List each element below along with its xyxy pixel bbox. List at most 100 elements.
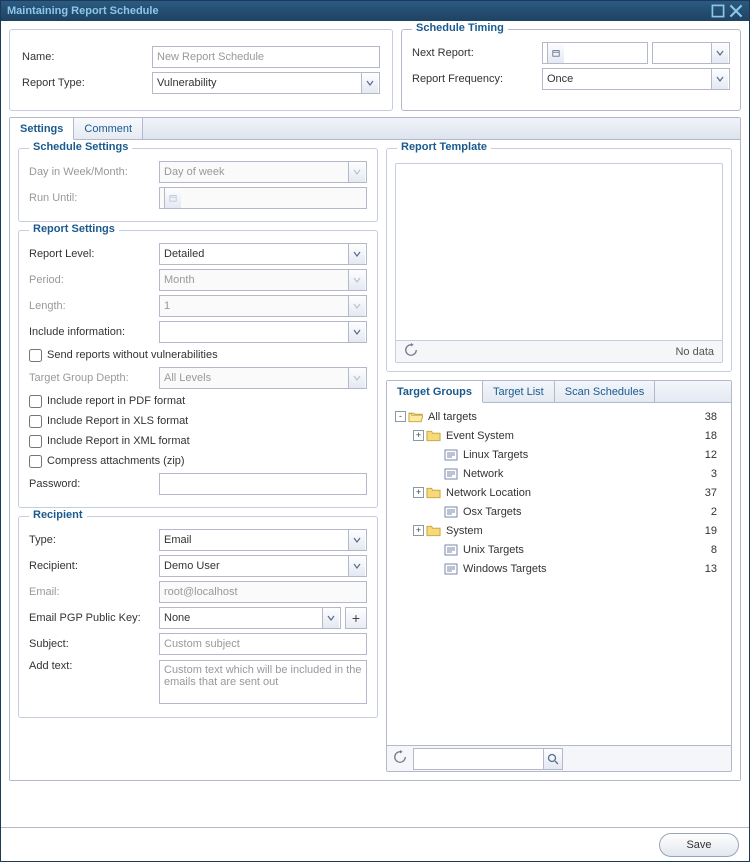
recipient-select[interactable]: Demo User xyxy=(159,555,367,577)
titlebar: Maintaining Report Schedule xyxy=(1,1,749,21)
tree-row[interactable]: Linux Targets12 xyxy=(393,445,725,464)
pdf-label: Include report in PDF format xyxy=(47,395,185,407)
collapse-icon[interactable]: - xyxy=(395,411,406,422)
tg-depth-label: Target Group Depth: xyxy=(29,372,159,384)
chevron-down-icon xyxy=(361,73,378,93)
zip-label: Compress attachments (zip) xyxy=(47,455,185,467)
schedule-timing-panel: Schedule Timing Next Report: xyxy=(401,29,741,111)
tab-comment[interactable]: Comment xyxy=(74,118,143,139)
frequency-select[interactable]: Once xyxy=(542,68,730,90)
chevron-down-icon xyxy=(348,162,365,182)
next-report-date[interactable] xyxy=(542,42,648,64)
addtext-input[interactable] xyxy=(159,660,367,704)
target-tabs: Target Groups Target List Scan Schedules… xyxy=(386,380,732,772)
period-label: Period: xyxy=(29,274,159,286)
folder-icon xyxy=(426,486,441,499)
window-title: Maintaining Report Schedule xyxy=(7,5,159,17)
recipient-label: Recipient: xyxy=(29,560,159,572)
list-icon xyxy=(444,544,458,556)
tab-target-groups[interactable]: Target Groups xyxy=(387,381,483,403)
day-select: Day of week xyxy=(159,161,367,183)
report-template-panel: Report Template No data xyxy=(386,148,732,372)
email-input xyxy=(159,581,367,603)
xls-label: Include Report in XLS format xyxy=(47,415,188,427)
tree-label: Windows Targets xyxy=(463,563,547,575)
tree-row[interactable]: Osx Targets2 xyxy=(393,502,725,521)
subject-label: Subject: xyxy=(29,638,159,650)
tree-count: 3 xyxy=(711,468,725,480)
target-tree[interactable]: - All targets 38 +Event System18Linux Targe… xyxy=(387,403,731,745)
chevron-down-icon xyxy=(711,43,728,63)
add-pgp-button[interactable]: + xyxy=(345,607,367,629)
tab-target-list[interactable]: Target List xyxy=(483,381,555,402)
tree-row[interactable]: +Event System18 xyxy=(393,426,725,445)
tab-scan-schedules[interactable]: Scan Schedules xyxy=(555,381,656,402)
tree-row[interactable]: Windows Targets13 xyxy=(393,559,725,578)
pgp-select[interactable]: None xyxy=(159,607,341,629)
tree-row[interactable]: +System19 xyxy=(393,521,725,540)
include-info-select[interactable] xyxy=(159,321,367,343)
tree-label: All targets xyxy=(428,411,477,423)
tree-count: 37 xyxy=(705,487,725,499)
day-label: Day in Week/Month: xyxy=(29,166,159,178)
addtext-label: Add text: xyxy=(29,660,159,672)
schedule-settings-legend: Schedule Settings xyxy=(29,141,132,153)
tree-label: Osx Targets xyxy=(463,506,522,518)
next-report-time[interactable] xyxy=(652,42,730,64)
subject-input[interactable] xyxy=(159,633,367,655)
send-without-vuln-label: Send reports without vulnerabilities xyxy=(47,349,218,361)
chevron-down-icon xyxy=(711,69,728,89)
password-input[interactable] xyxy=(159,473,367,495)
name-label: Name: xyxy=(22,51,152,63)
chevron-down-icon xyxy=(348,556,365,576)
footer: Save xyxy=(1,827,749,861)
maximize-icon[interactable] xyxy=(711,4,725,18)
report-level-select[interactable]: Detailed xyxy=(159,243,367,265)
frequency-label: Report Frequency: xyxy=(412,73,542,85)
tree-row[interactable]: - All targets 38 xyxy=(393,407,725,426)
chevron-down-icon xyxy=(348,368,365,388)
expand-icon[interactable]: + xyxy=(413,487,424,498)
email-label: Email: xyxy=(29,586,159,598)
tree-row[interactable]: +Network Location37 xyxy=(393,483,725,502)
tree-row[interactable]: Unix Targets8 xyxy=(393,540,725,559)
calendar-icon xyxy=(547,43,564,63)
name-input[interactable] xyxy=(152,46,380,68)
xml-label: Include Report in XML format xyxy=(47,435,190,447)
folder-icon xyxy=(426,429,441,442)
template-list xyxy=(396,164,722,340)
report-settings-panel: Report Settings Report Level: Detailed P… xyxy=(18,230,378,508)
list-icon xyxy=(444,506,458,518)
zip-checkbox[interactable] xyxy=(29,455,42,468)
pdf-checkbox[interactable] xyxy=(29,395,42,408)
tab-settings[interactable]: Settings xyxy=(10,118,74,140)
tree-count: 38 xyxy=(705,411,725,423)
recipient-type-label: Type: xyxy=(29,534,159,546)
send-without-vuln-checkbox[interactable] xyxy=(29,349,42,362)
schedule-timing-legend: Schedule Timing xyxy=(412,22,508,34)
list-icon xyxy=(444,449,458,461)
refresh-icon[interactable] xyxy=(404,343,418,360)
schedule-settings-panel: Schedule Settings Day in Week/Month: Day… xyxy=(18,148,378,222)
tree-search-input[interactable] xyxy=(413,748,543,770)
expand-icon[interactable]: + xyxy=(413,525,424,536)
report-level-label: Report Level: xyxy=(29,248,159,260)
report-type-select[interactable]: Vulnerability xyxy=(152,72,380,94)
xls-checkbox[interactable] xyxy=(29,415,42,428)
recipient-type-select[interactable]: Email xyxy=(159,529,367,551)
save-button[interactable]: Save xyxy=(659,833,739,857)
period-select: Month xyxy=(159,269,367,291)
chevron-down-icon xyxy=(348,296,365,316)
search-button[interactable] xyxy=(543,748,563,770)
expand-icon[interactable]: + xyxy=(413,430,424,441)
length-select: 1 xyxy=(159,295,367,317)
chevron-down-icon xyxy=(322,608,339,628)
chevron-down-icon xyxy=(348,244,365,264)
close-icon[interactable] xyxy=(729,4,743,18)
xml-checkbox[interactable] xyxy=(29,435,42,448)
recipient-panel: Recipient Type: Email Recipient: Demo Us… xyxy=(18,516,378,718)
tree-row[interactable]: Network3 xyxy=(393,464,725,483)
main-tabs: Settings Comment Schedule Settings Day i… xyxy=(9,117,741,781)
refresh-icon[interactable] xyxy=(393,750,407,767)
report-type-label: Report Type: xyxy=(22,77,152,89)
